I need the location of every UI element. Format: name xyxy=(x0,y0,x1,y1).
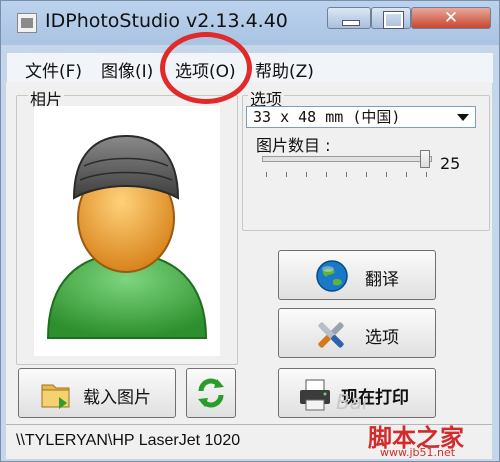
dropdown-arrow-icon xyxy=(457,114,469,121)
menu-image[interactable]: 图像(I) xyxy=(97,57,157,82)
printer-icon xyxy=(300,379,330,411)
slider-thumb[interactable] xyxy=(420,150,430,168)
slider-tick xyxy=(286,172,287,177)
minimize-button[interactable] xyxy=(327,7,371,29)
menu-help[interactable]: 帮助(Z) xyxy=(251,57,318,82)
slider-tick xyxy=(346,172,347,177)
options-button-label: 选项 xyxy=(365,328,399,348)
refresh-button[interactable] xyxy=(186,368,236,418)
tools-icon xyxy=(318,322,344,348)
options-button[interactable]: 选项 xyxy=(278,308,436,358)
photo-size-value: 33 x 48 mm (中国) xyxy=(253,108,401,126)
photo-count-slider[interactable] xyxy=(262,156,432,162)
slider-tick xyxy=(306,172,307,177)
close-icon: ✕ xyxy=(443,8,459,28)
watermark-url: www.jb51.net xyxy=(380,446,456,459)
load-image-label: 载入图片 xyxy=(83,388,151,408)
minimize-icon xyxy=(342,20,360,26)
translate-label: 翻译 xyxy=(365,270,399,290)
slider-tick xyxy=(386,172,387,177)
slider-tick xyxy=(406,172,407,177)
slider-tick xyxy=(326,172,327,177)
photo-count-value: 25 xyxy=(440,154,461,173)
title-bar: IDPhotoStudio v2.13.4.40 ✕ xyxy=(1,1,499,45)
load-image-button[interactable]: 载入图片 xyxy=(18,368,176,418)
maximize-icon xyxy=(383,11,404,29)
folder-icon xyxy=(41,384,70,409)
app-icon xyxy=(17,13,37,33)
window-title: IDPhotoStudio v2.13.4.40 xyxy=(45,10,288,32)
refresh-icon xyxy=(198,378,224,408)
photo-preview xyxy=(34,106,220,356)
translate-button[interactable]: 翻译 xyxy=(278,250,436,300)
maximize-button[interactable] xyxy=(371,7,411,29)
annotation-circle xyxy=(160,32,252,104)
slider-tick xyxy=(426,172,427,177)
globe-icon xyxy=(316,260,348,292)
slider-tick xyxy=(266,172,267,177)
close-button[interactable]: ✕ xyxy=(411,7,491,29)
photo-count-label: 图片数目 : xyxy=(256,136,331,155)
photo-size-select[interactable]: 33 x 48 mm (中国) xyxy=(246,106,476,128)
avatar-icon xyxy=(46,134,208,339)
menu-file[interactable]: 文件(F) xyxy=(21,57,86,82)
baidu-watermark: Bai xyxy=(336,390,368,414)
slider-tick xyxy=(366,172,367,177)
printer-path: \\TYLERYAN\HP LaserJet 1020 xyxy=(16,432,241,449)
